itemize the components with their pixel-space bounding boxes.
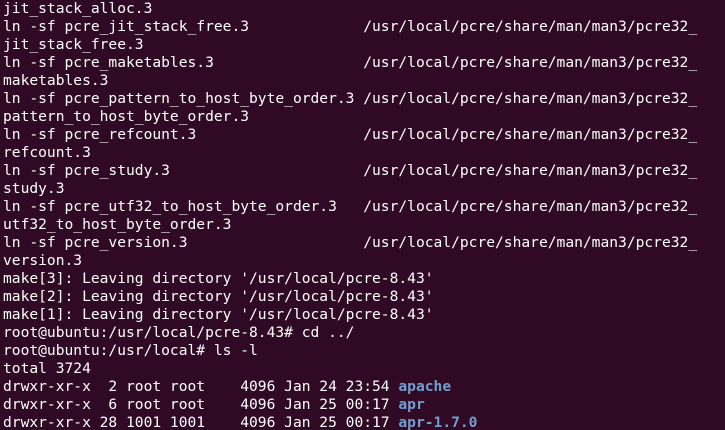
terminal-line: make[1]: Leaving directory '/usr/local/p… <box>3 306 725 324</box>
terminal-line-text: ln -sf pcre_pattern_to_host_byte_order.3… <box>3 90 698 107</box>
directory-name: apr-1.7.0 <box>398 414 478 430</box>
scrollbar[interactable] <box>721 0 725 430</box>
terminal-window[interactable]: jit_stack_alloc.3 ln -sf pcre_jit_stack_f… <box>0 0 725 430</box>
directory-name: apache <box>398 378 452 395</box>
terminal-line-text: root@ubuntu:/usr/local/pcre-8.43# cd ../ <box>3 324 355 341</box>
terminal-line: maketables.3 <box>3 72 725 90</box>
terminal-output: jit_stack_alloc.3 ln -sf pcre_jit_stack_f… <box>3 0 725 430</box>
terminal-line: drwxr-xr-x 2 root root 4096 Jan 24 23:54… <box>3 378 725 396</box>
terminal-line: jit_stack_alloc.3 <box>3 0 725 18</box>
terminal-line-text: ln -sf pcre_utf32_to_host_byte_order.3 /… <box>3 198 698 215</box>
terminal-line-text: ln -sf pcre_jit_stack_free.3 /usr/local/… <box>3 18 698 35</box>
terminal-line: ln -sf pcre_pattern_to_host_byte_order.3… <box>3 90 725 108</box>
terminal-line-text: make[1]: Leaving directory '/usr/local/p… <box>3 306 434 323</box>
terminal-line: drwxr-xr-x 28 1001 1001 4096 Jan 25 00:1… <box>3 414 725 430</box>
terminal-line: ln -sf pcre_refcount.3 /usr/local/pcre/s… <box>3 126 725 144</box>
terminal-line-text: jit_stack_free.3 <box>3 36 144 53</box>
terminal-line-text: total 3724 <box>3 360 91 377</box>
terminal-line-text: ln -sf pcre_maketables.3 /usr/local/pcre… <box>3 54 698 71</box>
terminal-line-text: ln -sf pcre_study.3 /usr/local/pcre/shar… <box>3 162 698 179</box>
terminal-line-text: root@ubuntu:/usr/local# ls -l <box>3 342 258 359</box>
terminal-line: jit_stack_free.3 <box>3 36 725 54</box>
terminal-line-text: utf32_to_host_byte_order.3 <box>3 216 232 233</box>
terminal-line: ln -sf pcre_study.3 /usr/local/pcre/shar… <box>3 162 725 180</box>
terminal-line-text: jit_stack_alloc.3 <box>3 0 153 17</box>
terminal-line: ln -sf pcre_jit_stack_free.3 /usr/local/… <box>3 18 725 36</box>
terminal-line-text: drwxr-xr-x 6 root root 4096 Jan 25 00:17 <box>3 396 399 413</box>
terminal-line-text: drwxr-xr-x 28 1001 1001 4096 Jan 25 00:1… <box>3 414 399 430</box>
terminal-line: make[2]: Leaving directory '/usr/local/p… <box>3 288 725 306</box>
terminal-line: total 3724 <box>3 360 725 378</box>
terminal-line-text: pattern_to_host_byte_order.3 <box>3 108 250 125</box>
terminal-line-text: make[3]: Leaving directory '/usr/local/p… <box>3 270 434 287</box>
terminal-line-text: maketables.3 <box>3 72 109 89</box>
terminal-line: root@ubuntu:/usr/local/pcre-8.43# cd ../ <box>3 324 725 342</box>
terminal-line: study.3 <box>3 180 725 198</box>
terminal-line: make[3]: Leaving directory '/usr/local/p… <box>3 270 725 288</box>
terminal-line: ln -sf pcre_maketables.3 /usr/local/pcre… <box>3 54 725 72</box>
terminal-line-text: ln -sf pcre_version.3 /usr/local/pcre/sh… <box>3 234 698 251</box>
terminal-line: utf32_to_host_byte_order.3 <box>3 216 725 234</box>
terminal-line: drwxr-xr-x 6 root root 4096 Jan 25 00:17… <box>3 396 725 414</box>
terminal-line: pattern_to_host_byte_order.3 <box>3 108 725 126</box>
terminal-line-text: study.3 <box>3 180 65 197</box>
terminal-line: refcount.3 <box>3 144 725 162</box>
terminal-line-text: version.3 <box>3 252 83 269</box>
terminal-line: ln -sf pcre_utf32_to_host_byte_order.3 /… <box>3 198 725 216</box>
terminal-line-text: refcount.3 <box>3 144 91 161</box>
terminal-line-text: drwxr-xr-x 2 root root 4096 Jan 24 23:54 <box>3 378 399 395</box>
terminal-line: root@ubuntu:/usr/local# ls -l <box>3 342 725 360</box>
terminal-line: ln -sf pcre_version.3 /usr/local/pcre/sh… <box>3 234 725 252</box>
terminal-line-text: make[2]: Leaving directory '/usr/local/p… <box>3 288 434 305</box>
terminal-line: version.3 <box>3 252 725 270</box>
directory-name: apr <box>398 396 425 413</box>
terminal-line-text: ln -sf pcre_refcount.3 /usr/local/pcre/s… <box>3 126 698 143</box>
